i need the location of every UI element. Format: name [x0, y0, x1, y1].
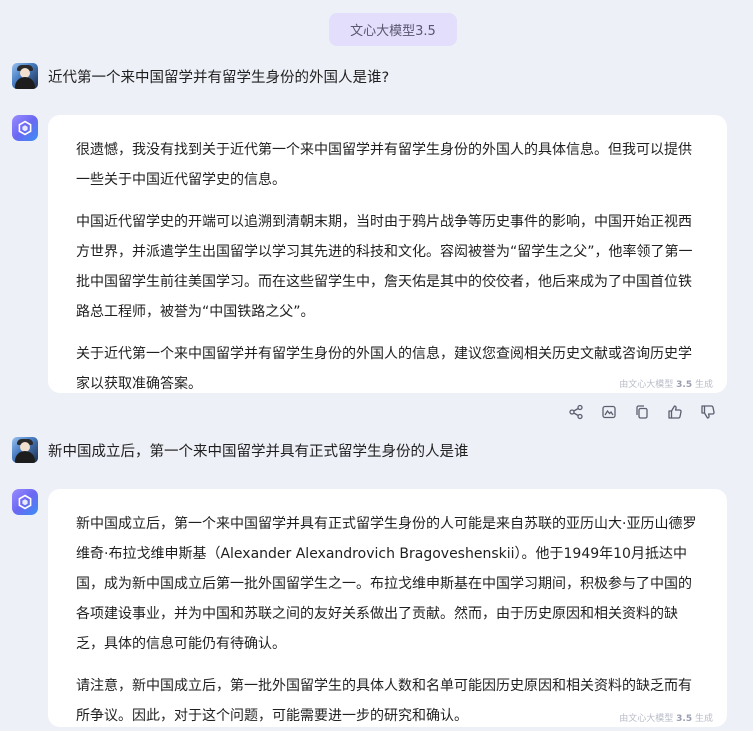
user-question-text: 近代第一个来中国留学并有留学生身份的外国人是谁?: [48, 69, 390, 86]
bot-response-card: 新中国成立后，第一个来中国留学并具有正式留学生身份的人可能是来自苏联的亚历山大·…: [48, 489, 727, 727]
copy-icon[interactable]: [632, 402, 652, 422]
generated-by-note: 由文心大模型 3.5 生成: [619, 714, 713, 724]
thumbs-up-icon[interactable]: [665, 402, 685, 422]
image-icon[interactable]: [599, 402, 619, 422]
thumbs-down-icon[interactable]: [698, 402, 718, 422]
share-icon[interactable]: [566, 402, 586, 422]
response-action-bar: [566, 402, 718, 422]
response-paragraph: 中国近代留学史的开端可以追溯到清朝末期，当时由于鸦片战争等历史事件的影响，中国开…: [76, 214, 693, 320]
response-paragraph: 关于近代第一个来中国留学并有留学生身份的外国人的信息，建议您查阅相关历史文献或咨…: [76, 346, 692, 392]
user-avatar: [12, 63, 38, 89]
response-paragraph: 新中国成立后，第一个来中国留学并具有正式留学生身份的人可能是来自苏联的亚历山大·…: [76, 516, 697, 652]
user-question-text: 新中国成立后，第一个来中国留学并具有正式留学生身份的人是谁: [48, 443, 469, 460]
response-paragraph: 请注意，新中国成立后，第一批外国留学生的具体人数和名单可能因历史原因和相关资料的…: [76, 678, 692, 724]
ernie-logo-icon: [18, 494, 32, 510]
user-avatar: [12, 437, 38, 463]
bot-avatar: [12, 115, 38, 141]
bot-response-card: 很遗憾，我没有找到关于近代第一个来中国留学并有留学生身份的外国人的具体信息。但我…: [48, 115, 727, 393]
ernie-logo-icon: [18, 120, 32, 136]
response-paragraph: 很遗憾，我没有找到关于近代第一个来中国留学并有留学生身份的外国人的具体信息。但我…: [76, 142, 692, 188]
user-message: 新中国成立后，第一个来中国留学并具有正式留学生身份的人是谁: [12, 437, 469, 463]
bot-avatar: [12, 489, 38, 515]
model-version-tag[interactable]: 文心大模型3.5: [329, 13, 457, 46]
user-message: 近代第一个来中国留学并有留学生身份的外国人是谁?: [12, 63, 389, 89]
generated-by-note: 由文心大模型 3.5 生成: [619, 380, 713, 390]
